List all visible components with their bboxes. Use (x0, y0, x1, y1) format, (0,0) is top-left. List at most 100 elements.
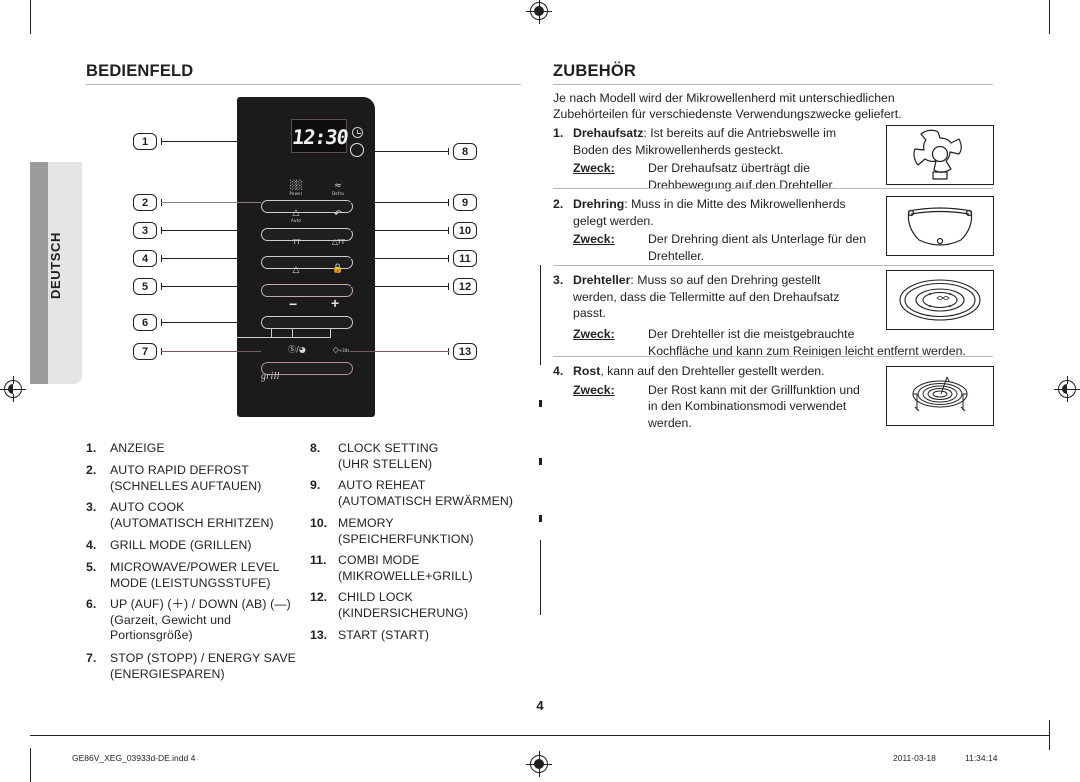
zweck-label: Zweck: (573, 327, 615, 341)
turntable-icon (899, 279, 981, 321)
heading-rule-right (553, 84, 993, 85)
page-title-bedienfeld: BEDIENFELD (86, 62, 194, 80)
legend-item-11: 11. COMBI MODE (MIKROWELLE+GRILL) (310, 553, 525, 584)
legend-num: 13. (310, 628, 328, 642)
legend-text: START (START) (338, 628, 430, 642)
callout-lead-2 (161, 202, 261, 204)
accessory-image-coupler (886, 125, 994, 185)
coupler-icon (913, 129, 962, 180)
legend-text: UP (AUF) (＋) / DOWN (AB) (—) (Garzeit, G… (110, 597, 291, 642)
display-window: 12:30 (290, 119, 350, 153)
accessory-desc-line2: gelegt werden. (573, 213, 654, 228)
callout-12: 12 (453, 278, 477, 295)
legend-text: GRILL MODE (GRILLEN) (110, 538, 252, 552)
footer-time: 11:34:14 (965, 753, 998, 763)
legend-item-7: 7. STOP (STOPP) / ENERGY SAVE (ENERGIESP… (86, 651, 326, 682)
crop-mark-left (30, 0, 31, 34)
registration-mark-left (0, 376, 26, 402)
button-row-4[interactable] (261, 284, 353, 297)
legend-item-10: 10. MEMORY (SPEICHERFUNKTION) (310, 516, 525, 547)
accessory-desc-line2: werden, dass die Tellermitte auf den Dre… (573, 289, 840, 304)
grill-rack-icon (912, 376, 968, 412)
accessory-title: Rost (573, 364, 601, 378)
legend-text: AUTO RAPID DEFROST (SCHNELLES AUFTAUEN) (110, 463, 262, 493)
registration-mark-top (526, 0, 552, 24)
legend-text: MEMORY (SPEICHERFUNKTION) (338, 516, 474, 546)
child-lock-icon: 🔒 (332, 264, 344, 274)
column-separator-top (540, 265, 541, 365)
callout-lead-11 (350, 258, 449, 260)
callout-lead-13 (350, 351, 449, 353)
callout-lead-1 (161, 141, 289, 143)
accessory-desc-line3: passt. (573, 306, 606, 320)
accessory-num: 1. (553, 126, 564, 140)
zubehoer-intro-line1: Je nach Modell wird der Mikrowellenherd … (553, 91, 895, 105)
legend-num: 9. (310, 478, 321, 492)
accessory-title: Drehring (573, 197, 625, 211)
column-separator-dot-1 (539, 400, 542, 407)
zubehoer-intro-line2: Zubehörteilen für verschiedenste Verwend… (553, 107, 902, 121)
zweck-line1: Der Rost kann mit der Grillfunktion und (648, 382, 860, 397)
accessory-item-3: 3. Drehteller: Muss so auf den Drehring … (553, 272, 883, 322)
zweck-line1: Der Drehteller ist die meistgebrauchte (648, 327, 855, 341)
grill-brand-label: grill (261, 371, 280, 382)
callout-lead-7 (161, 351, 261, 353)
zweck-text: Der Drehring dient als Unterlage für den… (648, 231, 883, 264)
start-icon: ◇+30s (332, 345, 350, 354)
accessory-purpose-row: Zweck: Der Drehring dient als Unterlage … (573, 231, 883, 264)
legend-num: 5. (86, 560, 97, 574)
combi-mode-icon: △ᴛᴛ (331, 237, 346, 246)
display-digits: 12:30 (290, 125, 350, 149)
zweck-line1: Der Drehaufsatz überträgt die (648, 161, 810, 175)
grill-mode-icon: ᴛᴛ (292, 237, 300, 246)
accessory-desc-line2: Boden des Mikrowellenherds gesteckt. (573, 142, 784, 157)
callout-9: 9 (453, 194, 477, 211)
zweck-label: Zweck: (573, 382, 615, 397)
legend-item-8: 8. CLOCK SETTING (UHR STELLEN) (310, 441, 525, 472)
accessory-item-1: 1. Drehaufsatz: Ist bereits auf die Antr… (553, 125, 883, 193)
zweck-line1: Der Drehring dient als Unterlage für den (648, 232, 867, 246)
registration-mark-bottom (526, 751, 552, 777)
accessory-num: 4. (553, 364, 564, 378)
page-title-zubehoer: ZUBEHÖR (553, 62, 636, 80)
accessory-item-2: 2. Drehring: Muss in die Mitte des Mikro… (553, 196, 883, 264)
callout-2: 2 (133, 194, 157, 211)
defrost-icon: ≈ Defro (332, 181, 344, 196)
callout-lead-8 (366, 151, 449, 153)
legend-num: 2. (86, 463, 97, 477)
callout-lead-4 (161, 258, 261, 260)
roller-ring-icon (907, 207, 973, 246)
accessory-desc-rest: : Muss so auf den Drehring gestellt (630, 273, 821, 287)
legend-num: 3. (86, 500, 97, 514)
zweck-text: Der Rost kann mit der Grillfunktion und … (648, 382, 883, 432)
page-number: 4 (536, 698, 544, 713)
legend-item-4: 4. GRILL MODE (GRILLEN) (86, 538, 321, 554)
accessory-num: 3. (553, 273, 564, 287)
legend-text: AUTO REHEAT (AUTOMATISCH ERWÄRMEN) (338, 478, 514, 508)
accessory-desc-rest: : Ist bereits auf die Antriebswelle im (643, 126, 837, 140)
accessory-desc-rest: : Muss in die Mitte des Mikrowellenherds (624, 197, 846, 211)
legend-item-2: 2. AUTO RAPID DEFROST (SCHNELLES AUFTAUE… (86, 463, 316, 494)
callout-10: 10 (453, 222, 477, 239)
column-separator-dot-3 (539, 515, 542, 522)
clock-setting-button[interactable] (350, 143, 364, 157)
callout-13: 13 (453, 343, 477, 360)
button-row-5-updown[interactable] (261, 316, 353, 329)
callout-lead-12 (350, 286, 449, 288)
legend-text: CHILD LOCK (KINDERSICHERUNG) (338, 590, 469, 620)
accessory-desc: Drehaufsatz: Ist bereits auf die Antrieb… (573, 125, 883, 158)
callout-lead-9 (350, 202, 449, 204)
reheat-icon: ↶ (333, 209, 343, 220)
legend-item-12: 12. CHILD LOCK (KINDERSICHERUNG) (310, 590, 525, 621)
clock-icon (352, 127, 363, 138)
callout-lead-6 (161, 322, 237, 324)
updown-leg-right (292, 337, 331, 338)
microwave-power-icon: △ (292, 265, 300, 275)
legend-num: 7. (86, 651, 97, 665)
legend-num: 11. (310, 553, 327, 567)
legend-text: AUTO COOK (AUTOMATISCH ERHITZEN) (110, 500, 274, 530)
zweck-line2: Drehbewegung auf den Drehteller. (648, 177, 836, 192)
legend-item-6: 6. UP (AUF) (＋) / DOWN (AB) (—) (Garzeit… (86, 597, 321, 644)
callout-lead-3 (161, 230, 261, 232)
callout-5: 5 (133, 278, 157, 295)
